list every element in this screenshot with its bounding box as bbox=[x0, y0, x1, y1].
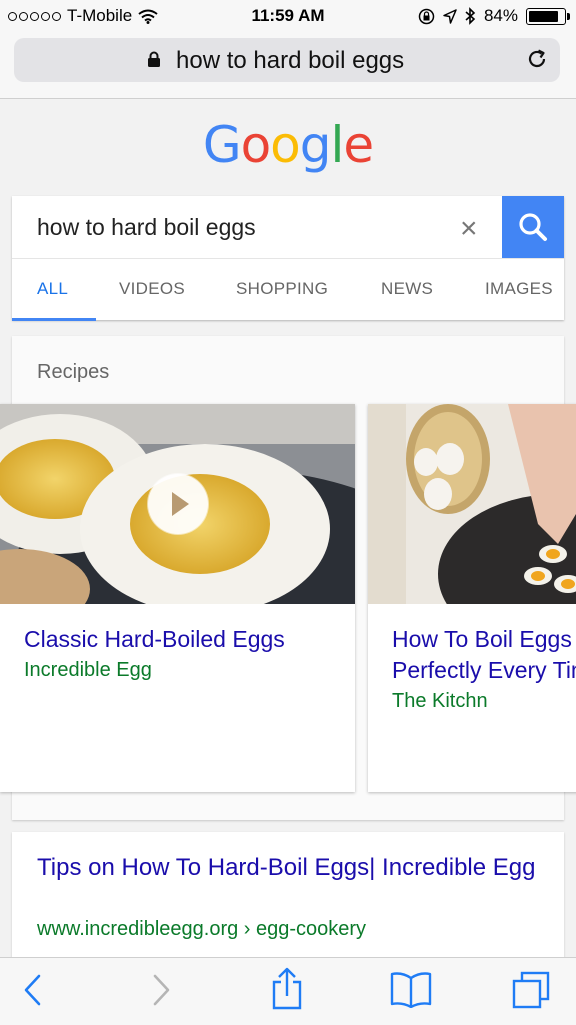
logo-letter: o bbox=[270, 116, 301, 174]
recipe-title-line: Perfectly Every Time bbox=[392, 657, 576, 683]
share-icon[interactable] bbox=[270, 966, 304, 1010]
tab-shopping[interactable]: SHOPPING bbox=[236, 279, 328, 299]
play-video-icon[interactable] bbox=[147, 473, 209, 535]
recipes-heading: Recipes bbox=[37, 361, 110, 383]
logo-letter: g bbox=[299, 116, 332, 174]
tab-images[interactable]: IMAGES bbox=[485, 279, 553, 299]
recipe-title-line: How To Boil Eggs bbox=[392, 626, 572, 652]
rotation-lock-icon bbox=[418, 8, 435, 24]
bluetooth-icon bbox=[465, 7, 476, 25]
search-input[interactable]: how to hard boil eggs bbox=[37, 214, 256, 241]
lock-icon bbox=[148, 51, 160, 67]
recipe-source: Incredible Egg bbox=[24, 659, 152, 681]
location-arrow-icon bbox=[443, 8, 457, 24]
address-bar[interactable]: how to hard boil eggs bbox=[14, 38, 560, 82]
logo-letter: o bbox=[240, 116, 272, 174]
tab-news[interactable]: NEWS bbox=[381, 279, 433, 299]
tab-videos[interactable]: VIDEOS bbox=[119, 279, 185, 299]
logo-letter: l bbox=[330, 116, 345, 174]
recipe-title[interactable]: Classic Hard-Boiled Eggs bbox=[24, 624, 285, 655]
forward-icon[interactable] bbox=[150, 972, 172, 1008]
active-tab-indicator bbox=[12, 318, 96, 321]
recipe-card[interactable]: Classic Hard-Boiled Eggs Incredible Egg bbox=[0, 404, 355, 792]
search-icon bbox=[519, 213, 547, 241]
recipe-source: The Kitchn bbox=[392, 690, 488, 712]
result-title-link[interactable]: Tips on How To Hard-Boil Eggs| Incredibl… bbox=[37, 852, 537, 883]
recipe-thumbnail-eggs bbox=[0, 404, 355, 604]
bookmarks-icon[interactable] bbox=[389, 970, 433, 1008]
browser-address-bar-area: how to hard boil eggs bbox=[0, 32, 576, 99]
browser-toolbar bbox=[0, 957, 576, 1025]
battery-percentage: 84% bbox=[483, 6, 518, 25]
address-text: how to hard boil eggs bbox=[176, 47, 405, 74]
back-icon[interactable] bbox=[22, 972, 44, 1008]
reload-icon[interactable] bbox=[526, 48, 548, 70]
status-bar: T-Mobile 11:59 AM 84% bbox=[0, 0, 576, 32]
tabs-icon[interactable] bbox=[511, 970, 551, 1010]
recipe-card[interactable]: How To Boil Eggs Perfectly Every Time Th… bbox=[368, 404, 576, 792]
recipe-title[interactable]: How To Boil Eggs Perfectly Every Time bbox=[392, 624, 576, 686]
tab-all[interactable]: ALL bbox=[37, 279, 68, 299]
result-url: www.incredibleegg.org › egg-cookery bbox=[37, 918, 367, 940]
google-logo: Google bbox=[0, 116, 576, 174]
recipe-thumbnail-eggs bbox=[368, 404, 576, 604]
logo-letter: e bbox=[343, 116, 374, 174]
search-button[interactable] bbox=[502, 196, 564, 258]
clear-search-icon[interactable]: × bbox=[460, 212, 478, 246]
battery-icon bbox=[526, 7, 570, 25]
logo-letter: G bbox=[202, 116, 242, 174]
search-box-card: how to hard boil eggs × ALL VIDEOS SHOPP… bbox=[12, 196, 564, 321]
search-tabs: ALL VIDEOS SHOPPING NEWS IMAGES bbox=[12, 258, 564, 321]
